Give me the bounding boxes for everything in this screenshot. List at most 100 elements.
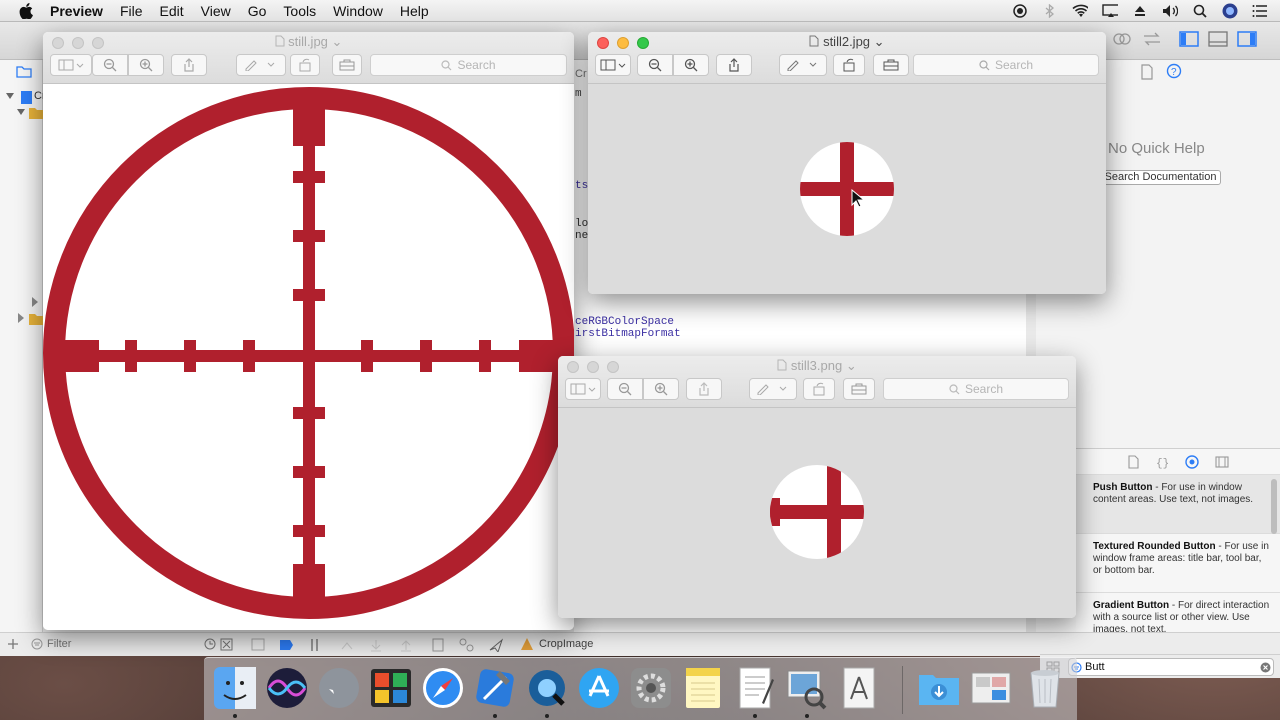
chevron-down-icon[interactable]: ⌄: [846, 358, 857, 373]
group-folder-icon[interactable]: [16, 106, 44, 120]
quicktime-icon[interactable]: [524, 665, 570, 711]
rotate-button[interactable]: [290, 54, 320, 76]
menu-go[interactable]: Go: [248, 3, 267, 19]
chevron-down-icon[interactable]: ⌄: [874, 34, 885, 49]
zoom-out-button[interactable]: [92, 54, 128, 76]
downloads-folder-icon[interactable]: [916, 665, 962, 711]
quick-help-icon[interactable]: ?: [1166, 63, 1182, 79]
debug-area-toggle-icon[interactable]: [1207, 30, 1229, 48]
zoom-out-button[interactable]: [637, 54, 673, 76]
toolbox-button[interactable]: [843, 378, 875, 400]
sidebar-view-button[interactable]: [595, 54, 631, 76]
window-titlebar[interactable]: still2.jpg ⌄ Search: [588, 32, 1106, 84]
finder-icon[interactable]: [212, 665, 258, 711]
zoom-in-button[interactable]: [128, 54, 164, 76]
xcode-icon[interactable]: [472, 665, 518, 711]
recent-files-icon[interactable]: [204, 638, 234, 651]
markup-button[interactable]: [236, 54, 286, 76]
sidebar-view-button[interactable]: [565, 378, 601, 400]
search-field[interactable]: Search: [913, 54, 1099, 76]
script-editor-icon[interactable]: [836, 665, 882, 711]
app-scheme-icon[interactable]: [519, 637, 535, 651]
library-item-push-button[interactable]: Push Button - For use in window content …: [1076, 475, 1280, 534]
image-canvas[interactable]: [43, 84, 574, 630]
image-canvas[interactable]: [588, 84, 1106, 294]
search-field[interactable]: Search: [370, 54, 567, 76]
disclosure-triangle-icon[interactable]: [30, 296, 44, 308]
notes-icon[interactable]: [680, 665, 726, 711]
user-avatar-icon[interactable]: [1222, 3, 1238, 19]
navigator-filter-input[interactable]: Filter: [47, 638, 71, 650]
toolbox-button[interactable]: [873, 54, 909, 76]
volume-icon[interactable]: [1162, 3, 1178, 19]
menu-file[interactable]: File: [120, 3, 143, 19]
desktop-stack-icon[interactable]: [968, 665, 1014, 711]
siri-icon[interactable]: [264, 665, 310, 711]
zoom-in-button[interactable]: [643, 378, 679, 400]
utilities-toggle-icon[interactable]: [1236, 30, 1258, 48]
share-button[interactable]: [686, 378, 722, 400]
photo-booth-icon[interactable]: [368, 665, 414, 711]
library-item-textured-rounded-button[interactable]: Textured Rounded Button - For use in win…: [1076, 534, 1280, 593]
rotate-button[interactable]: [833, 54, 865, 76]
apple-menu-icon[interactable]: [17, 2, 35, 20]
library-scrollbar[interactable]: [1271, 479, 1277, 534]
code-snippet-icon[interactable]: {}: [1155, 455, 1169, 469]
wifi-icon[interactable]: [1072, 3, 1088, 19]
zoom-out-button[interactable]: [607, 378, 643, 400]
app-store-icon[interactable]: [576, 665, 622, 711]
trash-icon[interactable]: [1022, 665, 1068, 711]
spotlight-icon[interactable]: [1192, 3, 1208, 19]
safari-icon[interactable]: [420, 665, 466, 711]
toolbox-button[interactable]: [332, 54, 362, 76]
notification-center-icon[interactable]: [1252, 3, 1268, 19]
add-icon[interactable]: [7, 638, 19, 650]
chevron-down-icon[interactable]: ⌄: [332, 34, 343, 49]
bluetooth-icon[interactable]: [1042, 3, 1058, 19]
preview-window-still3[interactable]: still3.png ⌄ Search: [558, 356, 1076, 618]
debug-bar-icons[interactable]: [250, 638, 510, 652]
record-icon[interactable]: [1012, 3, 1028, 19]
system-preferences-icon[interactable]: [628, 665, 674, 711]
window-titlebar[interactable]: still3.png ⌄ Search: [558, 356, 1076, 408]
navigator-toggle-icon[interactable]: [1178, 30, 1200, 48]
preview-icon[interactable]: [784, 665, 830, 711]
menu-app-preview[interactable]: Preview: [50, 3, 103, 19]
swap-icon[interactable]: [1142, 30, 1162, 48]
scheme-label[interactable]: CropImage: [539, 638, 593, 650]
document-icon: [809, 35, 819, 47]
rotate-button[interactable]: [803, 378, 835, 400]
folder-navigator-icon[interactable]: [16, 64, 32, 78]
library-filter-input[interactable]: Butt: [1068, 658, 1274, 676]
menu-window[interactable]: Window: [333, 3, 383, 19]
image-canvas[interactable]: [558, 408, 1076, 618]
search-documentation-button[interactable]: Search Documentation: [1100, 170, 1221, 185]
group-folder-icon-2[interactable]: [16, 312, 44, 326]
search-field[interactable]: Search: [883, 378, 1069, 400]
object-library-icon[interactable]: [1185, 454, 1199, 469]
share-button[interactable]: [171, 54, 207, 76]
launchpad-icon[interactable]: [316, 665, 362, 711]
eject-icon[interactable]: [1132, 3, 1148, 19]
menu-edit[interactable]: Edit: [160, 3, 184, 19]
airplay-icon[interactable]: [1102, 3, 1118, 19]
media-library-icon[interactable]: [1215, 455, 1229, 469]
markup-button[interactable]: [749, 378, 797, 400]
textedit-icon[interactable]: [732, 665, 778, 711]
file-inspector-icon[interactable]: [1140, 64, 1154, 80]
version-editor-icon[interactable]: [1112, 30, 1132, 48]
zoom-in-button[interactable]: [673, 54, 709, 76]
preview-window-still[interactable]: still.jpg ⌄ Search: [43, 32, 574, 630]
filter-icon: [31, 638, 43, 650]
menu-help[interactable]: Help: [400, 3, 429, 19]
code-line-colorspace: ceRGBColorSpace: [575, 316, 675, 328]
share-button[interactable]: [716, 54, 752, 76]
menu-view[interactable]: View: [201, 3, 231, 19]
preview-window-still2[interactable]: still2.jpg ⌄ Search: [588, 32, 1106, 294]
file-template-icon[interactable]: [1127, 454, 1139, 469]
clear-filter-icon[interactable]: [1260, 662, 1271, 673]
window-titlebar[interactable]: still.jpg ⌄ Search: [43, 32, 574, 84]
sidebar-view-button[interactable]: [50, 54, 92, 76]
menu-tools[interactable]: Tools: [283, 3, 316, 19]
markup-button[interactable]: [779, 54, 827, 76]
